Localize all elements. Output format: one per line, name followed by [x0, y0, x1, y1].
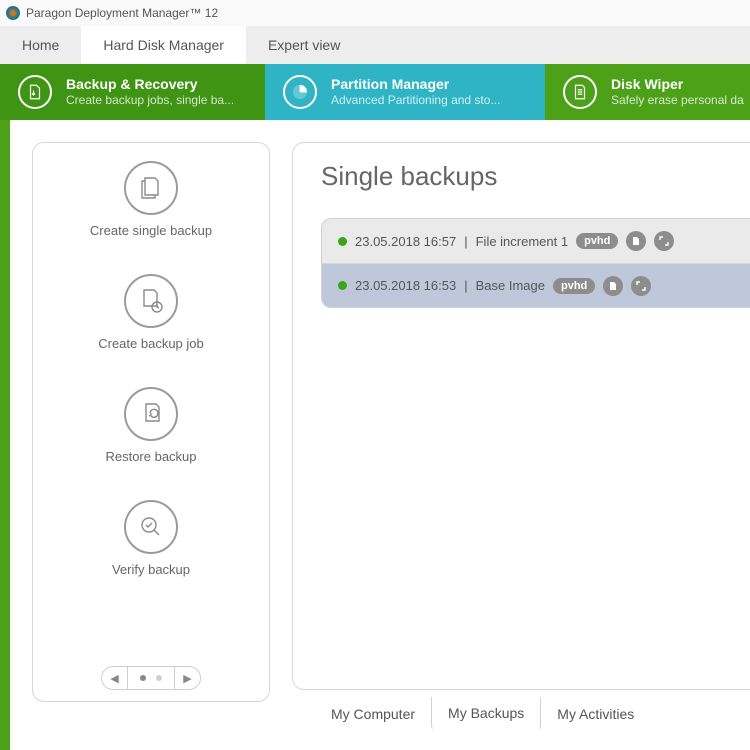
disk-wiper-icon	[563, 75, 597, 109]
ribbon-partition-manager[interactable]: Partition Manager Advanced Partitioning …	[265, 64, 545, 120]
file-icon[interactable]	[603, 276, 623, 296]
file-icon[interactable]	[626, 231, 646, 251]
titlebar: Paragon Deployment Manager™ 12	[0, 0, 750, 26]
tab-hard-disk-manager[interactable]: Hard Disk Manager	[81, 26, 246, 64]
tab-my-computer[interactable]: My Computer	[315, 697, 431, 730]
action-verify-backup[interactable]: Verify backup	[112, 500, 190, 577]
backup-row[interactable]: 23.05.2018 16:57 | File increment 1 pvhd	[322, 219, 750, 263]
action-label: Verify backup	[112, 562, 190, 577]
separator: |	[464, 278, 467, 293]
copy-clock-icon	[124, 274, 178, 328]
backup-name: File increment 1	[476, 234, 568, 249]
backup-datetime: 23.05.2018 16:57	[355, 234, 456, 249]
ribbon: Backup & Recovery Create backup jobs, si…	[0, 64, 750, 120]
pager-dot[interactable]	[140, 675, 146, 681]
app-title: Paragon Deployment Manager™ 12	[26, 6, 218, 20]
pager-prev[interactable]: ◀	[102, 667, 128, 689]
expand-icon[interactable]	[631, 276, 651, 296]
format-badge: pvhd	[576, 233, 618, 249]
workspace: Create single backup Create backup job R…	[0, 120, 750, 750]
backup-name: Base Image	[476, 278, 545, 293]
ribbon-title: Backup & Recovery	[66, 76, 234, 94]
ribbon-subtitle: Safely erase personal da	[611, 93, 744, 108]
format-badge: pvhd	[553, 278, 595, 294]
status-dot-icon	[338, 237, 347, 246]
ribbon-backup-recovery[interactable]: Backup & Recovery Create backup jobs, si…	[0, 64, 265, 120]
bottom-tabs: My Computer My Backups My Activities	[315, 697, 650, 730]
page-title: Single backups	[321, 161, 750, 192]
backup-recovery-icon	[18, 75, 52, 109]
ribbon-subtitle: Advanced Partitioning and sto...	[331, 93, 500, 108]
app-icon	[6, 6, 20, 20]
action-create-backup-job[interactable]: Create backup job	[98, 274, 204, 351]
refresh-icon	[124, 387, 178, 441]
tab-home[interactable]: Home	[0, 26, 81, 64]
backup-list: 23.05.2018 16:57 | File increment 1 pvhd…	[321, 218, 750, 308]
copy-icon	[124, 161, 178, 215]
sidebar-pager: ◀ ▶	[33, 661, 269, 695]
ribbon-disk-wiper[interactable]: Disk Wiper Safely erase personal da	[545, 64, 750, 120]
pager-next[interactable]: ▶	[174, 667, 200, 689]
content-panel: Single backups 23.05.2018 16:57 | File i…	[292, 142, 750, 690]
pager-dot[interactable]	[156, 675, 162, 681]
status-dot-icon	[338, 281, 347, 290]
ribbon-title: Disk Wiper	[611, 76, 744, 94]
action-label: Create single backup	[90, 223, 212, 238]
tab-my-backups[interactable]: My Backups	[431, 697, 541, 730]
action-label: Restore backup	[105, 449, 196, 464]
ribbon-subtitle: Create backup jobs, single ba...	[66, 93, 234, 108]
action-create-single-backup[interactable]: Create single backup	[90, 161, 212, 238]
expand-icon[interactable]	[654, 231, 674, 251]
action-restore-backup[interactable]: Restore backup	[105, 387, 196, 464]
backup-datetime: 23.05.2018 16:53	[355, 278, 456, 293]
action-label: Create backup job	[98, 336, 204, 351]
tab-my-activities[interactable]: My Activities	[541, 697, 650, 730]
tab-expert-view[interactable]: Expert view	[246, 26, 362, 64]
ribbon-title: Partition Manager	[331, 76, 500, 94]
check-magnify-icon	[124, 500, 178, 554]
backup-row[interactable]: 23.05.2018 16:53 | Base Image pvhd	[322, 263, 750, 307]
main-tabs: Home Hard Disk Manager Expert view	[0, 26, 750, 64]
separator: |	[464, 234, 467, 249]
partition-manager-icon	[283, 75, 317, 109]
sidebar: Create single backup Create backup job R…	[32, 142, 270, 702]
